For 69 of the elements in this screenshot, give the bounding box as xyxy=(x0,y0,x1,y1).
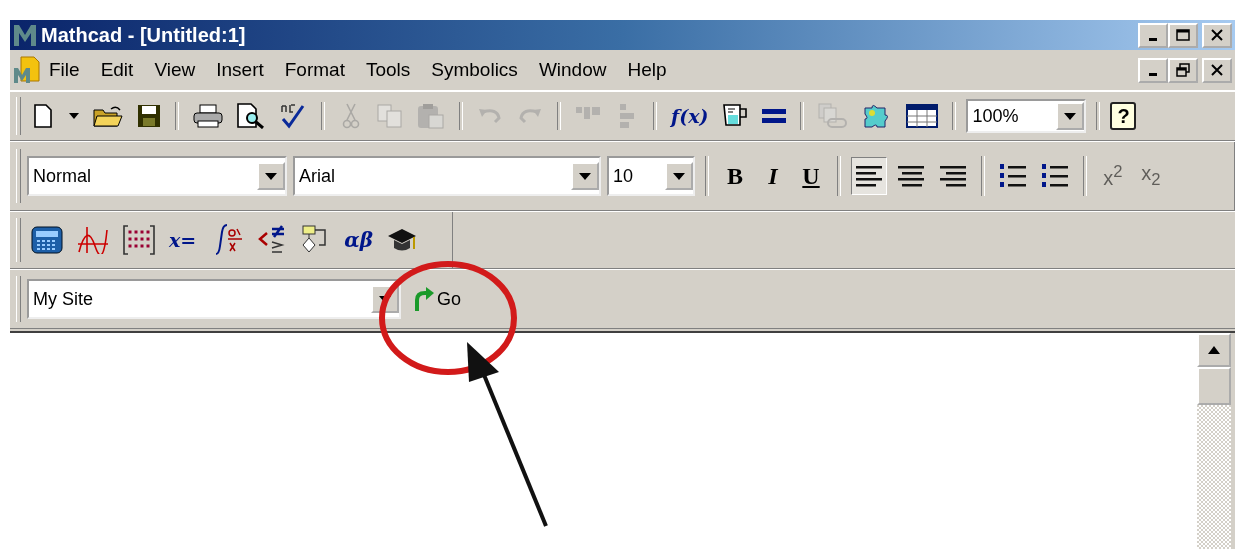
menu-item[interactable]: Insert xyxy=(216,59,264,81)
vertical-scrollbar[interactable] xyxy=(1197,333,1231,549)
style-dropdown[interactable]: Normal xyxy=(27,156,287,196)
align-center-icon xyxy=(897,164,925,188)
font-dropdown[interactable]: Arial xyxy=(293,156,601,196)
menu-item[interactable]: Symbolics xyxy=(431,59,518,81)
italic-button[interactable]: I xyxy=(757,157,789,195)
function-button[interactable]: f(x) xyxy=(667,97,713,135)
menu-item[interactable]: Tools xyxy=(365,59,411,81)
folder-icon xyxy=(93,104,123,128)
equals-icon xyxy=(762,108,787,124)
scroll-thumb[interactable] xyxy=(1197,367,1231,405)
align-left-button[interactable] xyxy=(851,157,887,195)
spell-check-icon xyxy=(279,103,307,129)
close-document-button[interactable] xyxy=(1202,57,1232,83)
menu-item[interactable]: Format xyxy=(284,59,345,81)
bullet-list-icon xyxy=(999,163,1027,189)
copy-icon xyxy=(377,104,403,128)
menu-item[interactable]: File xyxy=(49,59,80,81)
menu-item[interactable]: Help xyxy=(627,59,667,81)
minimize-icon xyxy=(1149,38,1157,41)
close-button[interactable] xyxy=(1202,22,1232,48)
greek-button[interactable]: αβ xyxy=(340,221,377,259)
table-icon xyxy=(906,104,939,128)
restore-document-button[interactable] xyxy=(1168,57,1198,83)
caret-icon xyxy=(673,172,685,180)
align-left-icon xyxy=(619,103,635,129)
menu-item[interactable]: Window xyxy=(538,59,607,81)
go-button[interactable]: Go xyxy=(407,279,467,319)
scissors-icon xyxy=(342,103,360,129)
bold-button[interactable]: B xyxy=(719,157,751,195)
new-document-icon xyxy=(34,104,52,128)
maximize-icon xyxy=(1176,29,1190,41)
evaluation-button[interactable]: x= xyxy=(165,221,201,259)
redo-icon xyxy=(517,107,543,125)
menu-item[interactable]: Edit xyxy=(100,59,134,81)
help-button[interactable]: ? xyxy=(1110,102,1137,130)
caret-icon xyxy=(69,113,79,119)
app-logo-icon xyxy=(13,23,37,47)
caret-icon xyxy=(579,172,591,180)
maximize-button[interactable] xyxy=(1168,22,1198,48)
align-right-icon xyxy=(939,164,967,188)
window-title: Mathcad - [Untitled:1] xyxy=(41,23,246,47)
comparison-icon xyxy=(258,225,287,255)
link-copy-icon xyxy=(818,103,849,129)
curved-arrow-icon xyxy=(413,286,435,312)
caret-icon xyxy=(265,172,277,180)
close-icon xyxy=(1211,29,1223,41)
caret-icon xyxy=(1064,112,1077,120)
beaker-icon xyxy=(722,103,749,129)
undo-icon xyxy=(477,107,503,125)
minimize-icon xyxy=(1149,73,1157,76)
font-size-dropdown[interactable]: 10 xyxy=(607,156,695,196)
menu-item[interactable]: View xyxy=(154,59,196,81)
print-preview-icon xyxy=(237,103,265,129)
underline-button[interactable]: U xyxy=(795,157,827,195)
format-align-left-icon xyxy=(855,164,883,188)
document-logo-icon xyxy=(13,56,41,84)
restore-icon xyxy=(1176,63,1190,77)
close-icon xyxy=(1211,64,1223,76)
zoom-dropdown[interactable]: 100% xyxy=(966,99,1087,133)
clipboard-icon xyxy=(417,103,445,129)
printer-icon xyxy=(193,104,223,128)
matrix-icon xyxy=(123,225,155,255)
minimize-document-button[interactable] xyxy=(1138,57,1168,83)
minimize-button[interactable] xyxy=(1138,22,1168,48)
graph-icon xyxy=(77,226,109,254)
scroll-up-icon xyxy=(1208,346,1220,354)
calculator-icon xyxy=(31,226,63,254)
